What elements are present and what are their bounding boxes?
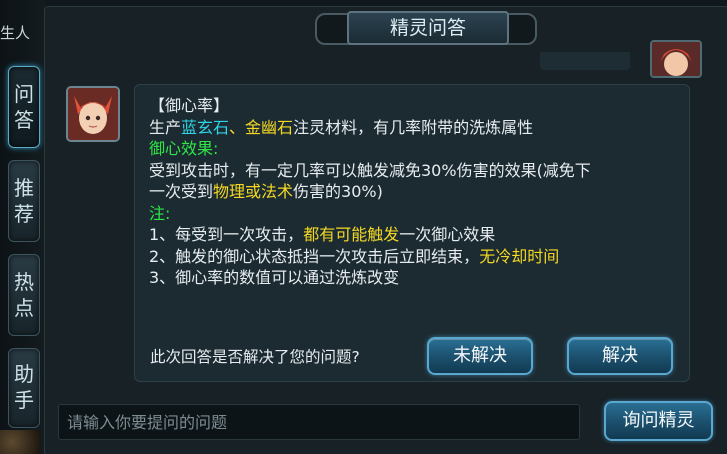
- effect-damage-type: 物理或法术: [213, 182, 294, 201]
- item-separator: 、: [229, 117, 246, 137]
- left-rail: 生人 问 答 推 荐 热 点 助 手: [0, 0, 45, 454]
- tab-assistant-label-2: 手: [14, 388, 34, 412]
- tab-recommend-label-2: 荐: [14, 202, 34, 226]
- note-1: 1、每受到一次攻击，都有可能触发一次御心效果: [149, 224, 679, 246]
- unsolved-button[interactable]: 未解决: [427, 337, 533, 375]
- tab-recommend[interactable]: 推 荐: [8, 160, 40, 242]
- spirit-avatar: [66, 86, 120, 142]
- tab-ask-label-2: 答: [14, 108, 34, 132]
- tab-assistant[interactable]: 助 手: [8, 348, 40, 428]
- note-2-prefix: 2、触发的御心状态抵挡一次攻击后立即结束，: [149, 246, 480, 266]
- corner-emblem-icon: [0, 430, 40, 454]
- previous-message-bubble: [540, 52, 630, 70]
- answer-title: 【御心率】: [149, 96, 230, 115]
- tab-hot-label-2: 点: [14, 296, 34, 320]
- note-1-suffix: 一次御心效果: [399, 225, 496, 244]
- answer-line-produce: 生产蓝玄石、金幽石注灵材料，有几率附带的洗炼属性: [149, 117, 679, 139]
- solved-button[interactable]: 解决: [567, 337, 673, 375]
- question-input[interactable]: [59, 405, 579, 439]
- user-avatar: [650, 40, 702, 78]
- item-gold-stone: 金幽石: [245, 117, 294, 137]
- note-2: 2、触发的御心状态抵挡一次攻击后立即结束，无冷却时间: [149, 246, 679, 268]
- tab-hot[interactable]: 热 点: [8, 254, 40, 336]
- tab-recommend-label-1: 推: [14, 176, 34, 200]
- item-blue-stone: 蓝玄石: [181, 117, 230, 137]
- effect-heading: 御心效果:: [149, 139, 219, 158]
- answer-bubble: 【御心率】 生产蓝玄石、金幽石注灵材料，有几率附带的洗炼属性 御心效果: 受到攻…: [134, 84, 690, 382]
- note-heading: 注:: [149, 203, 171, 223]
- effect-line-2-prefix: 一次受到: [149, 182, 214, 201]
- tab-hot-label-1: 热: [14, 270, 34, 294]
- spirit-avatar-icon: [68, 88, 118, 140]
- ask-spirit-button[interactable]: 询问精灵: [604, 401, 713, 441]
- feedback-question: 此次回答是否解决了您的问题?: [150, 348, 360, 366]
- question-input-box: [58, 404, 580, 440]
- effect-line-2: 一次受到物理或法术伤害的30%): [149, 181, 679, 203]
- effect-line-2-suffix: 伤害的30%): [293, 182, 383, 201]
- note-2-highlight: 无冷却时间: [479, 246, 560, 266]
- produce-prefix: 生产: [149, 117, 182, 137]
- tab-ask[interactable]: 问 答: [8, 66, 40, 148]
- user-avatar-icon: [652, 42, 700, 76]
- answer-text: 【御心率】 生产蓝玄石、金幽石注灵材料，有几率附带的洗炼属性 御心效果: 受到攻…: [149, 95, 679, 289]
- game-screen: 生人 问 答 推 荐 热 点 助 手 精灵问答 【御心率】 生产蓝玄石、金幽石注…: [0, 0, 727, 454]
- note-3: 3、御心率的数值可以通过洗炼改变: [149, 268, 400, 287]
- left-rail-text: 生人: [0, 24, 31, 42]
- tab-ask-label-1: 问: [14, 82, 34, 106]
- title-plate: 精灵问答: [315, 7, 537, 47]
- effect-line-1: 受到攻击时，有一定几率可以触发减免30%伤害的效果(减免下: [149, 160, 591, 180]
- note-1-prefix: 1、每受到一次攻击，: [149, 225, 304, 244]
- produce-suffix: 注灵材料，有几率附带的洗炼属性: [293, 117, 534, 137]
- tab-assistant-label-1: 助: [14, 362, 34, 386]
- note-1-highlight: 都有可能触发: [303, 225, 400, 244]
- panel-title: 精灵问答: [347, 11, 509, 45]
